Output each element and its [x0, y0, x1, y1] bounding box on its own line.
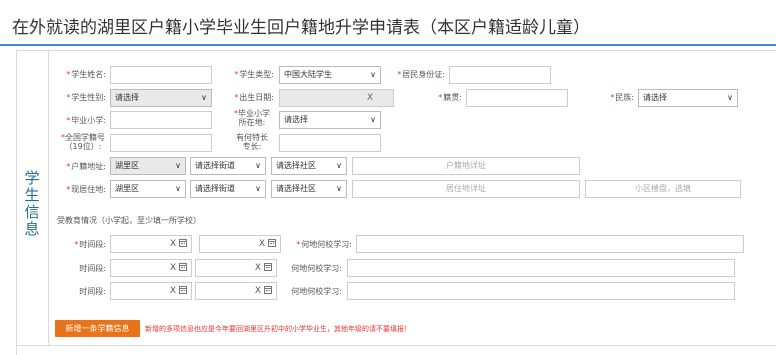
origin-input[interactable] — [466, 89, 568, 107]
school-history-input[interactable] — [347, 282, 735, 300]
calendar-icon[interactable] — [268, 239, 276, 247]
title-underline — [0, 44, 776, 46]
birth-date-input[interactable]: X — [279, 89, 394, 107]
page-title: 在外就读的湖里区户籍小学毕业生回户籍地升学申请表（本区户籍适龄儿童） — [12, 18, 590, 38]
hukou-district-select[interactable]: 湖里区 ∨ — [110, 157, 186, 175]
calendar-icon[interactable] — [179, 286, 187, 294]
calendar-icon[interactable] — [179, 263, 187, 271]
calendar-icon[interactable] — [264, 286, 272, 294]
ethnic-select[interactable]: 请选择 ∨ — [638, 89, 738, 107]
chevron-down-icon: ∨ — [336, 161, 342, 170]
school-input[interactable] — [110, 111, 212, 129]
clear-icon[interactable]: X — [255, 283, 261, 299]
birth-label: *出生日期: — [234, 93, 274, 102]
student-type-label: *学生类型: — [234, 70, 274, 79]
name-label: *学生姓名: — [66, 70, 106, 79]
residence-street-select[interactable]: 请选择街道 ∨ — [190, 180, 266, 198]
hukou-street-select[interactable]: 请选择街道 ∨ — [190, 157, 266, 175]
ethnic-label: *民族: — [610, 93, 634, 102]
residence-label: *现居住地: — [66, 185, 106, 194]
hukou-detail-input[interactable]: 户籍地详址 — [352, 157, 580, 175]
time-end-input[interactable]: X — [195, 282, 277, 300]
national-no-input[interactable] — [110, 134, 212, 152]
clear-icon[interactable]: X — [170, 236, 176, 252]
calendar-icon[interactable] — [179, 239, 187, 247]
talent-label: 有何特长 专长: — [236, 133, 268, 151]
school-history-input[interactable] — [347, 259, 735, 277]
school-history-label: *何地何校学习: — [296, 240, 352, 249]
time-label: 时间段: — [79, 287, 106, 296]
section-label-column: 学生信息 — [16, 50, 49, 345]
time-start-input[interactable]: X — [110, 282, 192, 300]
time-label: 时间段: — [79, 264, 106, 273]
chevron-down-icon: ∨ — [201, 93, 207, 102]
school-label: *毕业小学: — [66, 116, 106, 125]
hukou-community-select[interactable]: 请选择社区 ∨ — [271, 157, 347, 175]
school-location-select[interactable]: 请选择 ∨ — [279, 111, 381, 129]
talent-input[interactable] — [279, 134, 381, 152]
time-end-input[interactable]: X — [195, 259, 277, 277]
residence-community-select[interactable]: 请选择社区 ∨ — [271, 180, 347, 198]
origin-label: *籍贯: — [438, 93, 462, 102]
student-type-select[interactable]: 中国大陆学生 ∨ — [279, 66, 381, 84]
school-location-label: *毕业小学 所在地: — [234, 109, 270, 127]
chevron-down-icon: ∨ — [370, 115, 376, 124]
clear-icon[interactable]: X — [170, 283, 176, 299]
chevron-down-icon: ∨ — [255, 184, 261, 193]
school-history-label: 何地何校学习: — [291, 287, 342, 296]
residence-detail-input[interactable]: 居住地详址 — [352, 180, 580, 198]
school-history-label: 何地何校学习: — [291, 264, 342, 273]
clear-icon[interactable]: X — [170, 260, 176, 276]
clear-icon[interactable]: X — [255, 260, 261, 276]
id-input[interactable] — [449, 66, 551, 84]
time-start-input[interactable]: X — [110, 235, 192, 253]
section-label: 学生信息 — [24, 169, 40, 238]
time-end-input[interactable]: X — [199, 235, 281, 253]
add-record-button[interactable]: 新增一条学籍信息 — [55, 320, 140, 337]
chevron-down-icon: ∨ — [336, 184, 342, 193]
gender-label: *学生性别: — [66, 93, 106, 102]
add-record-note: 新增的多项信息也应是今年要回湖里区升初中的小学毕业生，其他年级的请不要填报！ — [145, 325, 411, 333]
residence-district-select[interactable]: 湖里区 ∨ — [110, 180, 186, 198]
hukou-label: *户籍地址: — [66, 162, 106, 171]
time-start-input[interactable]: X — [110, 259, 192, 277]
calendar-icon[interactable] — [264, 263, 272, 271]
name-input[interactable] — [110, 66, 212, 84]
chevron-down-icon: ∨ — [255, 161, 261, 170]
chevron-down-icon: ∨ — [370, 70, 376, 79]
clear-icon[interactable]: X — [367, 90, 373, 106]
chevron-down-icon: ∨ — [727, 93, 733, 102]
clear-icon[interactable]: X — [259, 236, 265, 252]
estate-input[interactable]: 小区楼盘，选填 — [585, 180, 741, 198]
form-divider — [16, 345, 776, 346]
gender-select[interactable]: 请选择 ∨ — [110, 89, 212, 107]
chevron-down-icon: ∨ — [175, 184, 181, 193]
time-label: *时间段: — [74, 240, 106, 249]
chevron-down-icon: ∨ — [175, 161, 181, 170]
education-heading: 受教育情况（小学起，至少填一所学校） — [57, 216, 201, 225]
id-label: *居民身份证: — [397, 70, 445, 79]
national-no-label: *全国学籍号 （19位）: — [61, 133, 105, 151]
school-history-input[interactable] — [356, 235, 744, 253]
